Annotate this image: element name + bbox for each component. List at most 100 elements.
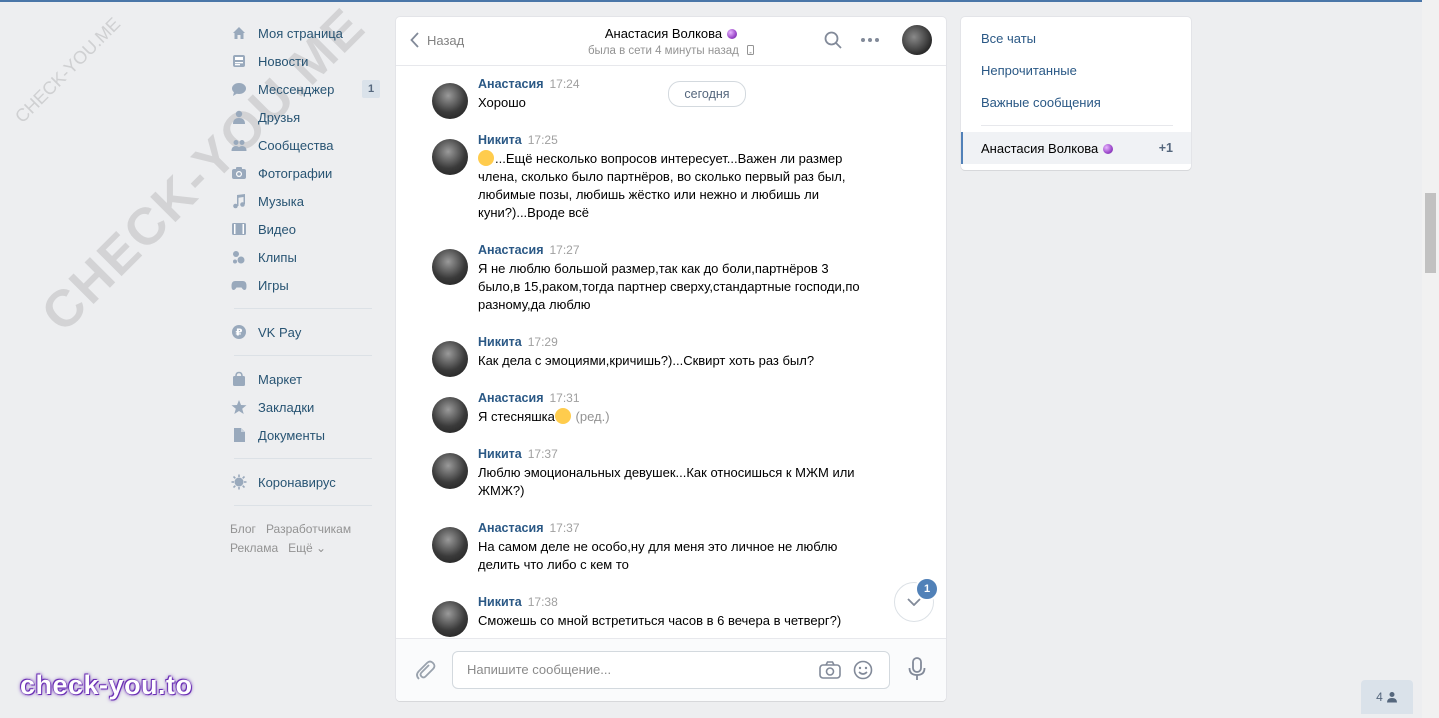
message-input-box [452, 651, 890, 689]
message-time[interactable]: 17:29 [528, 335, 558, 349]
message-author[interactable]: Никита [478, 133, 522, 147]
scrollbar-thumb[interactable] [1425, 193, 1436, 273]
nav-item-coronavirus[interactable]: Коронавирус [230, 468, 382, 496]
nav-item-news[interactable]: Новости [230, 47, 382, 75]
nav-item-clips[interactable]: Клипы [230, 243, 382, 271]
gem-icon [727, 29, 738, 39]
message-header: Анастасия 17:31 [478, 390, 580, 405]
active-chat-item[interactable]: Анастасия Волкова +1 [961, 132, 1191, 164]
nav-item-communities[interactable]: Сообщества [230, 131, 382, 159]
filter-important[interactable]: Важные сообщения [981, 95, 1101, 110]
nav-label: Фотографии [258, 165, 333, 181]
active-chat-name-line: Анастасия Волкова [981, 141, 1114, 156]
message-time[interactable]: 17:38 [528, 595, 558, 609]
page-scrollbar[interactable] [1422, 0, 1439, 718]
message-time[interactable]: 17:24 [550, 77, 580, 91]
avatar[interactable] [432, 453, 468, 489]
nav-label: Сообщества [258, 137, 334, 153]
gamepad-icon [231, 277, 247, 293]
nav-label: Музыка [258, 193, 304, 209]
message-author[interactable]: Анастасия [478, 391, 544, 405]
message-time[interactable]: 17:37 [528, 447, 558, 461]
nav-item-video[interactable]: Видео [230, 215, 382, 243]
watermark-logo: check-you.to [20, 670, 193, 700]
chat-filter-panel: Все чаты Непрочитанные Важные сообщения … [961, 17, 1191, 170]
message-text: Как дела с эмоциями,кричишь?)...Сквирт х… [478, 353, 815, 368]
nav-label: Игры [258, 277, 289, 293]
mini-chat-button[interactable]: 4 [1361, 680, 1413, 714]
nav-item-documents[interactable]: Документы [230, 421, 382, 449]
peer-avatar[interactable] [902, 25, 932, 55]
message-header: Никита 17:25 [478, 132, 558, 147]
message-input[interactable] [465, 661, 809, 678]
avatar[interactable] [432, 601, 468, 637]
nav-item-bookmarks[interactable]: Закладки [230, 393, 382, 421]
message-header: Анастасия 17:37 [478, 520, 580, 535]
active-chat-name: Анастасия Волкова [981, 141, 1099, 156]
paperclip-icon[interactable] [414, 659, 436, 681]
nav-label: Друзья [258, 109, 301, 125]
filter-unread[interactable]: Непрочитанные [981, 63, 1077, 78]
avatar[interactable] [432, 341, 468, 377]
edited-mark: (ред.) [575, 409, 610, 424]
message-author[interactable]: Никита [478, 595, 522, 609]
peer-status-line: была в сети 4 минуты назад [396, 45, 946, 57]
camera-icon[interactable] [819, 660, 841, 680]
message-text: На самом деле не особо,ну для меня это л… [478, 539, 838, 572]
left-navigation: Моя страница Новости Мессенджер 1 Друзья… [230, 19, 382, 558]
nav-item-friends[interactable]: Друзья [230, 103, 382, 131]
scroll-to-bottom-button[interactable]: 1 [894, 577, 939, 622]
footer-link-blog[interactable]: Блог [230, 522, 256, 536]
search-icon[interactable] [824, 31, 842, 49]
more-icon[interactable] [860, 37, 880, 43]
footer-link-ads[interactable]: Реклама [230, 541, 278, 555]
peer-name: Анастасия Волкова [604, 26, 723, 41]
date-separator[interactable]: сегодня [668, 81, 746, 107]
virus-icon [231, 474, 247, 490]
avatar[interactable] [432, 139, 468, 175]
message-time[interactable]: 17:25 [528, 133, 558, 147]
avatar[interactable] [432, 249, 468, 285]
nav-label: Маркет [258, 371, 303, 387]
message-time[interactable]: 17:31 [550, 391, 580, 405]
microphone-icon[interactable] [908, 657, 926, 681]
message-time[interactable]: 17:27 [550, 243, 580, 257]
nav-item-my-page[interactable]: Моя страница [230, 19, 382, 47]
nav-item-music[interactable]: Музыка [230, 187, 382, 215]
avatar[interactable] [432, 397, 468, 433]
nav-label: Моя страница [258, 25, 343, 41]
message-author[interactable]: Никита [478, 335, 522, 349]
communities-icon [231, 137, 247, 153]
message-header: Никита 17:37 [478, 446, 558, 461]
message-text: Люблю эмоциональных девушек...Как относи… [478, 465, 855, 498]
nav-item-vkpay[interactable]: ₽ VK Pay [230, 318, 382, 346]
message-text-wrap: Я стесняшка (ред.) [478, 408, 870, 426]
footer-link-developers[interactable]: Разработчикам [266, 522, 351, 536]
message-author[interactable]: Анастасия [478, 77, 544, 91]
message-time[interactable]: 17:37 [550, 521, 580, 535]
avatar[interactable] [432, 83, 468, 119]
nav-item-messenger[interactable]: Мессенджер 1 [230, 75, 382, 103]
peer-status: была в сети 4 минуты назад [587, 45, 739, 57]
message-text: Я стесняшка [478, 409, 555, 424]
wink-kiss-emoji-icon [478, 150, 494, 166]
avatar[interactable] [432, 527, 468, 563]
message-author[interactable]: Анастасия [478, 521, 544, 535]
bag-icon [231, 371, 247, 387]
nav-separator [234, 355, 372, 356]
message-author[interactable]: Анастасия [478, 243, 544, 257]
message-header: Анастасия 17:27 [478, 242, 580, 257]
message-author[interactable]: Никита [478, 447, 522, 461]
footer-link-more[interactable]: Ещё ⌄ [288, 541, 326, 555]
message-text: ...Ещё несколько вопросов интересует...В… [478, 151, 846, 220]
message-composer [396, 638, 946, 701]
nav-item-games[interactable]: Игры [230, 271, 382, 299]
smile-icon[interactable] [853, 660, 873, 680]
clips-icon [231, 249, 247, 265]
filter-all-chats[interactable]: Все чаты [981, 31, 1036, 46]
nav-item-photos[interactable]: Фотографии [230, 159, 382, 187]
nav-label: VK Pay [258, 324, 302, 340]
nav-item-market[interactable]: Маркет [230, 365, 382, 393]
watermark-small: CHECK-YOU.ME [11, 13, 125, 127]
message-header: Анастасия 17:24 [478, 76, 580, 91]
